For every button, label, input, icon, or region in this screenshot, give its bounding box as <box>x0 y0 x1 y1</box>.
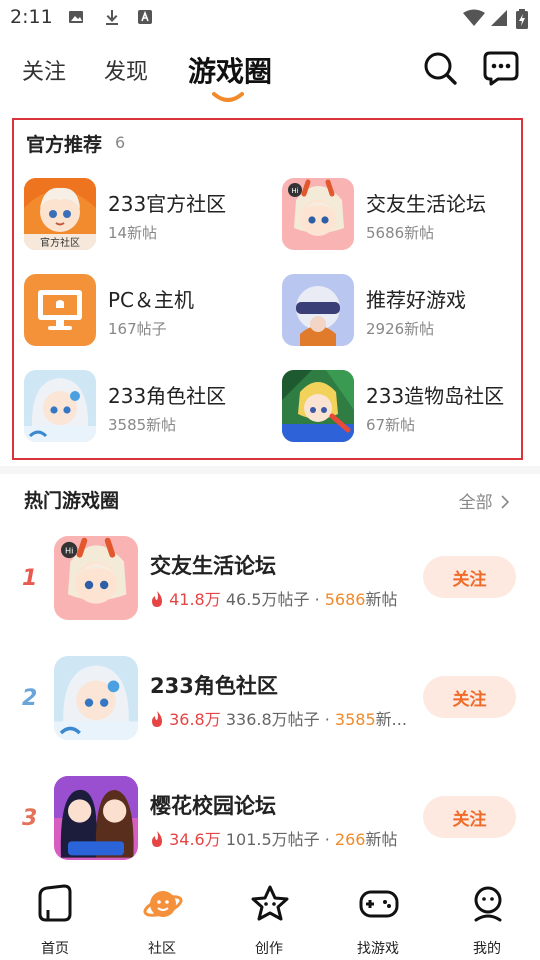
bottom-nav-create[interactable]: 创作 <box>229 884 309 957</box>
star-icon <box>251 885 289 921</box>
tab-follow[interactable]: 关注 <box>22 54 66 86</box>
community-thumb <box>54 776 138 860</box>
community-name: 233角色社区 <box>108 384 227 408</box>
profile-icon <box>474 886 502 922</box>
community-thumb <box>282 274 354 346</box>
section-title: 官方推荐 <box>26 134 103 156</box>
community-name: 樱花校园论坛 <box>150 794 276 818</box>
bottom-nav-find-game[interactable]: 找游戏 <box>338 884 418 957</box>
status-bar: 2:11 <box>0 0 540 36</box>
follow-button[interactable]: 关注 <box>423 676 516 718</box>
battery-icon <box>516 9 528 29</box>
bottom-nav-label: 社区 <box>148 941 176 957</box>
search-icon[interactable] <box>422 50 458 86</box>
post-count: 336.8万帖子 <box>225 710 320 729</box>
community-name: 233官方社区 <box>108 192 227 216</box>
official-card-create-island[interactable]: 233造物岛社区 67新帖 <box>282 370 532 446</box>
community-thumb <box>54 656 138 740</box>
bottom-nav-label: 首页 <box>41 941 69 957</box>
view-all-link[interactable]: 全部 <box>459 488 510 513</box>
top-nav: 关注 发现 游戏圈 <box>0 40 540 110</box>
bottom-nav-community[interactable]: 社区 <box>122 884 202 957</box>
section-divider <box>0 466 540 474</box>
svg-text:Hi: Hi <box>65 546 73 556</box>
pc-console-thumb <box>24 274 96 346</box>
official-card-social[interactable]: Hi 交友生活论坛 5686新帖 <box>282 178 532 254</box>
fire-icon <box>152 711 162 727</box>
community-posts: 67新帖 <box>366 416 416 434</box>
official-card-role[interactable]: 233角色社区 3585新帖 <box>24 370 274 446</box>
heat-value: 36.8万 <box>169 710 221 729</box>
tab-discover[interactable]: 发现 <box>104 54 148 86</box>
rank-number: 3 <box>22 806 38 831</box>
home-icon <box>38 884 72 922</box>
new-post-suffix: 新帖 <box>365 590 398 609</box>
active-tab-indicator <box>212 92 244 102</box>
new-post-suffix: 新... <box>375 710 407 729</box>
official-recommend-section: 官方推荐 6 官方社区 233官方社区 14新帖 Hi 交友生活论坛 5686新… <box>12 118 523 460</box>
fire-icon <box>152 591 162 607</box>
community-name: 233角色社区 <box>150 674 278 698</box>
community-name: 交友生活论坛 <box>150 554 276 578</box>
bottom-nav-home[interactable]: 首页 <box>15 884 95 957</box>
fire-icon <box>152 831 162 847</box>
follow-button[interactable]: 关注 <box>423 556 516 598</box>
new-post-count: 5686 <box>324 590 366 609</box>
new-post-count: 3585 <box>334 710 376 729</box>
rank-number: 1 <box>22 566 38 591</box>
chevron-right-icon <box>501 495 510 509</box>
tab-game-circle[interactable]: 游戏圈 <box>188 50 272 90</box>
signal-icon <box>491 10 507 26</box>
bottom-nav-me[interactable]: 我的 <box>447 884 527 957</box>
svg-text:官方社区: 官方社区 <box>40 236 80 249</box>
message-icon[interactable] <box>482 50 520 86</box>
planet-icon <box>143 891 183 917</box>
bottom-nav: 首页 社区 创作 找游戏 我的 <box>0 874 540 960</box>
wifi-icon <box>463 9 485 26</box>
hot-section-title: 热门游戏圈 <box>24 490 120 512</box>
post-count: 101.5万帖子 <box>225 830 320 849</box>
community-name: 交友生活论坛 <box>366 192 486 216</box>
new-post-count: 266 <box>334 830 366 849</box>
community-thumb: Hi <box>282 178 354 250</box>
status-time: 2:11 <box>10 6 53 28</box>
community-thumb: 官方社区 <box>24 178 96 250</box>
community-stats: 36.8万 336.8万帖子 · 3585新... <box>150 706 412 730</box>
bottom-nav-label: 创作 <box>255 941 283 957</box>
app-notification-icon <box>138 10 152 24</box>
heat-value: 34.6万 <box>169 830 221 849</box>
post-count: 46.5万帖子 <box>225 590 310 609</box>
hot-row[interactable]: 3 樱花校园论坛 34.6万 101.5万帖子 · 266新帖 关注 <box>0 776 540 866</box>
bottom-nav-label: 找游戏 <box>357 941 399 957</box>
heat-value: 41.8万 <box>169 590 221 609</box>
section-count: 6 <box>115 133 126 152</box>
download-icon <box>106 10 118 25</box>
rank-number: 2 <box>22 686 38 711</box>
community-posts: 3585新帖 <box>108 416 177 434</box>
official-card-recommend[interactable]: 推荐好游戏 2926新帖 <box>282 274 532 350</box>
follow-button[interactable]: 关注 <box>423 796 516 838</box>
gamepad-icon <box>359 890 399 918</box>
bottom-nav-label: 我的 <box>473 941 501 957</box>
hot-row[interactable]: 2 233角色社区 36.8万 336.8万帖子 · 3585新... 关注 <box>0 656 540 746</box>
community-name: 推荐好游戏 <box>366 288 466 312</box>
image-icon <box>69 11 83 23</box>
community-posts: 14新帖 <box>108 224 158 242</box>
new-post-suffix: 新帖 <box>365 830 398 849</box>
community-posts: 2926新帖 <box>366 320 435 338</box>
community-thumb <box>24 370 96 442</box>
community-posts: 5686新帖 <box>366 224 435 242</box>
community-name: 233造物岛社区 <box>366 384 505 408</box>
community-stats: 41.8万 46.5万帖子 · 5686新帖 <box>150 586 412 610</box>
official-card-233[interactable]: 官方社区 233官方社区 14新帖 <box>24 178 274 254</box>
community-posts: 167帖子 <box>108 320 167 338</box>
hot-row[interactable]: 1 Hi 交友生活论坛 41.8万 46.5万帖子 · 5686新帖 关注 <box>0 536 540 626</box>
view-all-label: 全部 <box>458 493 493 513</box>
official-card-pc[interactable]: PC＆主机 167帖子 <box>24 274 274 350</box>
svg-text:Hi: Hi <box>291 187 298 195</box>
community-name: PC＆主机 <box>108 288 195 312</box>
community-stats: 34.6万 101.5万帖子 · 266新帖 <box>150 826 412 850</box>
community-thumb <box>282 370 354 442</box>
community-thumb: Hi <box>54 536 138 620</box>
